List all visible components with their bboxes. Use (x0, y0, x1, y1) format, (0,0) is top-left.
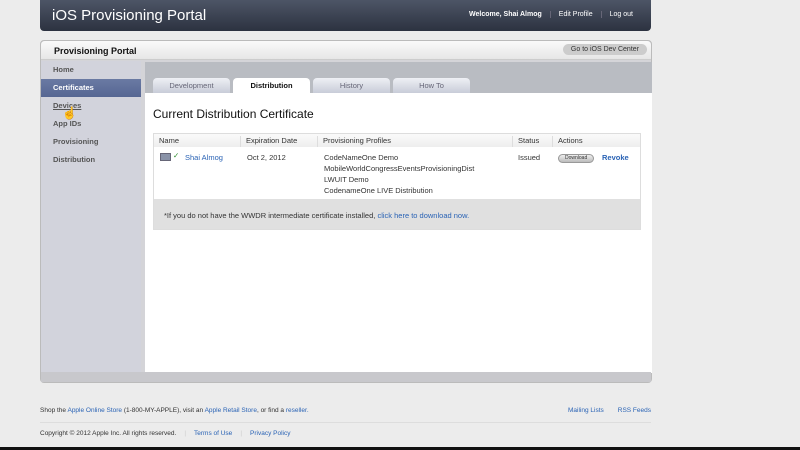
tab-how-to[interactable]: How To (393, 78, 470, 93)
col-status: Status (512, 136, 539, 147)
online-store-link[interactable]: Apple Online Store (67, 407, 122, 414)
expiration-date: Oct 2, 2012 (247, 153, 286, 162)
profile-item: CodeNameOne Demo (324, 153, 399, 162)
profile-item: CodenameOne LIVE Distribution (324, 186, 433, 195)
col-expiration: Expiration Date (240, 136, 297, 147)
col-profiles: Provisioning Profiles (317, 136, 391, 147)
wwdr-download-link[interactable]: click here to download now. (377, 211, 469, 220)
page-title: Current Distribution Certificate (153, 107, 314, 121)
check-icon: ✓ (173, 151, 180, 160)
reseller-link[interactable]: reseller. (286, 407, 309, 414)
logout-link[interactable]: Log out (600, 11, 641, 18)
hand-cursor-icon: ☝ (62, 106, 77, 120)
rss-feeds-link[interactable]: RSS Feeds (618, 407, 651, 414)
sidebar: Home Certificates Devices App IDs Provis… (41, 61, 141, 373)
sidebar-item-home[interactable]: Home (41, 61, 141, 79)
privacy-link[interactable]: Privacy Policy (250, 430, 290, 437)
terms-link[interactable]: Terms of Use (194, 430, 232, 437)
status-text: Issued (518, 153, 541, 162)
tab-distribution[interactable]: Distribution (233, 78, 310, 93)
edit-profile-link[interactable]: Edit Profile (549, 11, 601, 18)
tab-history[interactable]: History (313, 78, 390, 93)
content-area: Current Distribution Certificate Name Ex… (145, 93, 652, 373)
sidebar-item-devices[interactable]: Devices (41, 97, 141, 115)
app-title: iOS Provisioning Portal (52, 7, 207, 24)
table-row: ✓ Shai Almog Oct 2, 2012 CodeNameOne Dem… (154, 147, 640, 199)
certificate-table: Name Expiration Date Provisioning Profil… (153, 133, 641, 230)
col-actions: Actions (552, 136, 583, 147)
tab-development[interactable]: Development (153, 78, 230, 93)
panel-title: Provisioning Portal (54, 46, 137, 56)
welcome-text: Welcome, Shai Almog (469, 11, 542, 18)
certificate-icon (160, 153, 171, 161)
download-button[interactable]: Download (558, 154, 595, 163)
col-name: Name (159, 136, 180, 145)
portal-panel: Provisioning Portal Go to iOS Dev Center… (40, 40, 652, 383)
top-header: iOS Provisioning Portal Welcome, Shai Al… (40, 0, 651, 31)
profiles-list: CodeNameOne Demo MobileWorldCongressEven… (324, 152, 474, 196)
sidebar-item-distribution[interactable]: Distribution (41, 151, 141, 169)
sidebar-item-certificates[interactable]: Certificates (41, 79, 141, 97)
profile-item: LWUIT Demo (324, 175, 369, 184)
sidebar-item-provisioning[interactable]: Provisioning (41, 133, 141, 151)
mailing-lists-link[interactable]: Mailing Lists (568, 407, 604, 414)
sidebar-item-app-ids[interactable]: App IDs (41, 115, 141, 133)
copyright: Copyright © 2012 Apple Inc. All rights r… (40, 430, 177, 437)
profile-item: MobileWorldCongressEventsProvisioningDis… (324, 164, 475, 173)
revoke-link[interactable]: Revoke (602, 153, 629, 162)
wwdr-note: *If you do not have the WWDR intermediat… (164, 211, 376, 220)
retail-store-link[interactable]: Apple Retail Store (205, 407, 257, 414)
certificate-name-link[interactable]: Shai Almog (185, 153, 223, 162)
dev-center-button[interactable]: Go to iOS Dev Center (562, 44, 647, 55)
